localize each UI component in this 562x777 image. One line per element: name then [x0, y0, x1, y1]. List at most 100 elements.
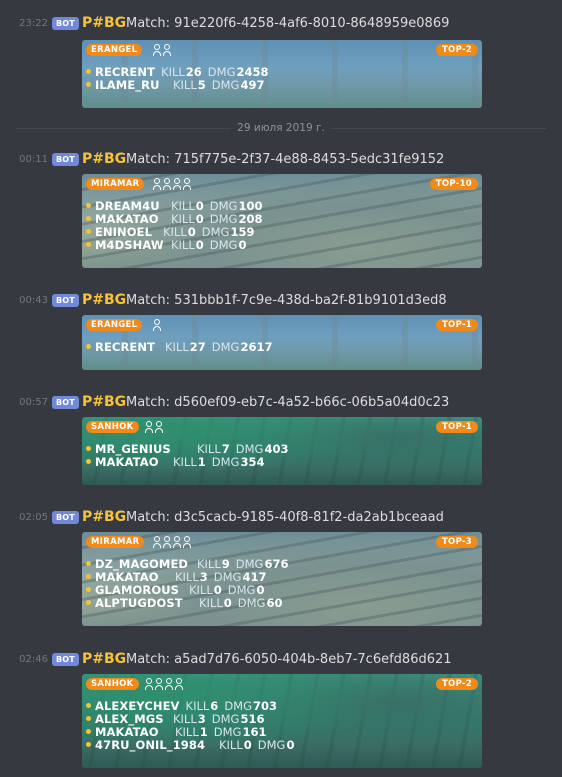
damage-value: 0 — [256, 583, 265, 597]
damage-label: DMG — [235, 557, 264, 571]
kill-count: 0 — [187, 225, 196, 239]
kill-label: KILL — [185, 699, 210, 713]
map-badge: MIRAMAR — [86, 178, 145, 190]
timestamp: 23:22 — [19, 18, 48, 29]
bot-badge: BOT — [52, 653, 79, 666]
match-title: Match: d560ef09-eb7c-4a52-b66c-06b5a04d0… — [126, 395, 450, 410]
squad-size-icons — [152, 319, 161, 331]
damage-value: 208 — [238, 212, 263, 226]
message-header: 02:46 BOT P#BG Match: a5ad7d76-6050-404b-8e… — [0, 650, 562, 670]
kill-label: KILL — [197, 557, 221, 571]
bullet-dot — [86, 600, 91, 605]
kill-count: 6 — [210, 699, 219, 713]
bullet-dot — [86, 716, 91, 721]
kill-label: KILL — [171, 212, 195, 226]
damage-label: DMG — [237, 596, 266, 610]
damage-value: 60 — [266, 596, 283, 610]
squad-size-icons — [144, 678, 183, 690]
bullet-dot — [86, 242, 91, 247]
author-name[interactable]: P#BG — [82, 14, 126, 32]
kill-label: KILL — [173, 712, 197, 726]
map-badge: SANHOK — [86, 678, 139, 690]
bot-badge: BOT — [52, 294, 79, 307]
message-header: 00:43 BOT P#BG Match: 531bbb1f-7c9e-438d-ba… — [0, 291, 562, 311]
squad-size-icons — [152, 44, 171, 56]
match-card-image[interactable]: SANHOK TOP-1 MR_GENIUS KILL7 DMG403 MAKATAO KI… — [82, 417, 482, 485]
person-icon — [172, 178, 181, 190]
placement-badge: TOP-1 — [435, 319, 478, 331]
damage-label: DMG — [211, 340, 240, 354]
kill-count: 26 — [185, 65, 202, 79]
kill-count: 0 — [213, 583, 222, 597]
placement-badge: TOP-1 — [435, 421, 478, 433]
bullet-dot — [86, 703, 91, 708]
match-card-image[interactable]: MIRAMAR TOP-10 DREAM4U KILL0 DMG100 MAKATAO KI… — [82, 174, 482, 268]
damage-label: DMG — [209, 238, 238, 252]
person-icon — [182, 536, 191, 548]
placement-badge: TOP-2 — [435, 44, 478, 56]
person-icon — [162, 44, 171, 56]
placement-badge: TOP-2 — [435, 678, 478, 690]
damage-value: 497 — [240, 78, 265, 92]
message: 00:43 BOT P#BG Match: 531bbb1f-7c9e-438d-ba… — [0, 291, 562, 370]
kill-label: KILL — [165, 340, 189, 354]
kill-label: KILL — [189, 583, 213, 597]
damage-value: 2458 — [236, 65, 269, 79]
damage-value: 676 — [264, 557, 289, 571]
timestamp: 00:43 — [19, 295, 48, 306]
player-row: ILAME_RU KILL5 DMG497 — [86, 79, 269, 92]
damage-label: DMG — [211, 712, 240, 726]
person-icon — [152, 178, 161, 190]
timestamp: 02:05 — [19, 512, 48, 523]
bot-badge: BOT — [52, 17, 79, 30]
kill-label: KILL — [199, 596, 223, 610]
damage-value: 0 — [238, 238, 247, 252]
message: 00:11 BOT P#BG Match: 715f775e-2f37-4e88-84… — [0, 150, 562, 268]
author-name[interactable]: P#BG — [82, 650, 126, 668]
damage-value: 100 — [238, 199, 263, 213]
kill-count: 0 — [195, 238, 204, 252]
author-name[interactable]: P#BG — [82, 150, 126, 168]
person-icon — [172, 536, 181, 548]
person-icon — [182, 178, 191, 190]
person-icon — [152, 319, 161, 331]
match-title: Match: 715f775e-2f37-4e88-8453-5edc31fe9… — [126, 152, 445, 167]
map-badge: ERANGEL — [86, 44, 143, 56]
person-icon — [144, 421, 153, 433]
player-list: RECRENT KILL27 DMG2617 — [86, 341, 272, 354]
player-row: M4DSHAW KILL0 DMG0 — [86, 239, 262, 252]
damage-value: 516 — [240, 712, 265, 726]
player-row: MAKATAO KILL1 DMG354 — [86, 456, 288, 469]
kill-count: 3 — [199, 570, 208, 584]
damage-value: 403 — [264, 442, 289, 456]
bullet-dot — [86, 344, 91, 349]
damage-label: DMG — [257, 738, 286, 752]
match-card-image[interactable]: SANHOK TOP-2 ALEXEYCHEV KILL6 DMG703 ALEX_MGS… — [82, 674, 482, 768]
match-card-image[interactable]: ERANGEL TOP-1 RECRENT KILL27 DMG2617 — [82, 315, 482, 370]
match-card-image[interactable]: ERANGEL TOP-2 RECRENT KILL26 DMG2458 ILAME_RU… — [82, 40, 482, 108]
author-name[interactable]: P#BG — [82, 291, 126, 309]
kill-label: KILL — [175, 725, 199, 739]
placement-badge: TOP-3 — [435, 536, 478, 548]
map-badge: MIRAMAR — [86, 536, 145, 548]
kill-count: 5 — [197, 78, 206, 92]
match-card-image[interactable]: MIRAMAR TOP-3 DZ_MAGOMED KILL9 DMG676 MAKATAO… — [82, 532, 482, 626]
damage-label: DMG — [211, 455, 240, 469]
person-icon — [162, 536, 171, 548]
timestamp: 00:11 — [19, 154, 48, 165]
author-name[interactable]: P#BG — [82, 393, 126, 411]
date-divider: 29 июля 2019 г. — [16, 121, 546, 135]
author-name[interactable]: P#BG — [82, 508, 126, 526]
kill-label: KILL — [197, 442, 221, 456]
damage-value: 703 — [253, 699, 278, 713]
kill-count: 0 — [223, 596, 232, 610]
bullet-dot — [86, 587, 91, 592]
timestamp: 02:46 — [19, 654, 48, 665]
player-row: RECRENT KILL27 DMG2617 — [86, 341, 272, 354]
squad-size-icons — [152, 536, 191, 548]
kill-count: 1 — [199, 725, 208, 739]
player-list: DZ_MAGOMED KILL9 DMG676 MAKATAO KILL3 DMG417 G… — [86, 558, 288, 610]
kill-label: KILL — [171, 199, 195, 213]
bullet-dot — [86, 69, 91, 74]
person-icon — [164, 678, 173, 690]
